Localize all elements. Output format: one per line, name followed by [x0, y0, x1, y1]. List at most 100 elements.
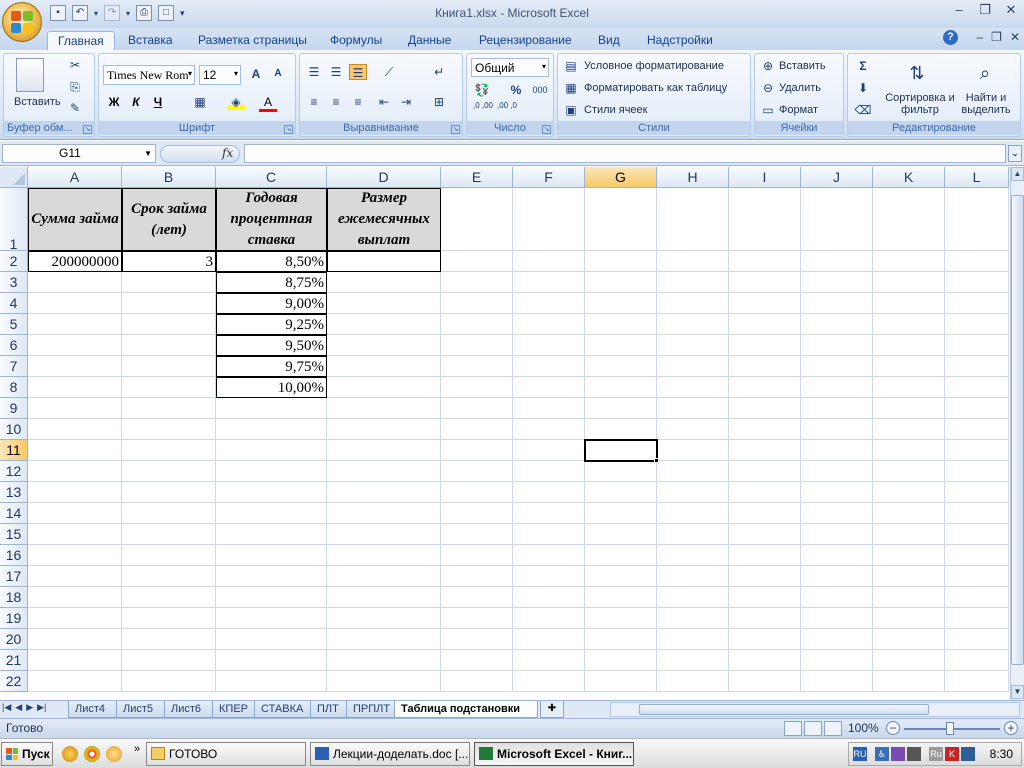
cell-D2[interactable] — [327, 251, 441, 272]
cell-I5[interactable] — [729, 314, 801, 335]
cell-J8[interactable] — [801, 377, 873, 398]
cell-G14[interactable] — [585, 503, 657, 524]
cell-L20[interactable] — [945, 629, 1009, 650]
row-header-12[interactable]: 12 — [0, 461, 28, 482]
page-break-view-icon[interactable] — [824, 721, 842, 736]
number-format-select[interactable]: Общий ▾ — [471, 58, 549, 77]
cell-G21[interactable] — [585, 650, 657, 671]
cell-F20[interactable] — [513, 629, 585, 650]
row-header-8[interactable]: 8 — [0, 377, 28, 398]
cell-G1[interactable] — [585, 188, 657, 251]
table-header-d[interactable]: Размер ежемесячных выплат — [327, 188, 441, 251]
column-header-l[interactable]: L — [945, 167, 1009, 188]
cell-A5[interactable] — [28, 314, 122, 335]
cell-H17[interactable] — [657, 566, 729, 587]
cell-D13[interactable] — [327, 482, 441, 503]
column-header-f[interactable]: F — [513, 167, 585, 188]
sheet-tab[interactable]: Лист6 — [164, 701, 214, 718]
cell-B15[interactable] — [122, 524, 216, 545]
cell-B20[interactable] — [122, 629, 216, 650]
cell-K16[interactable] — [873, 545, 945, 566]
tab-formulas[interactable]: Формулы — [320, 31, 392, 50]
normal-view-icon[interactable] — [784, 721, 802, 736]
align-left-icon[interactable]: ≡ — [305, 94, 323, 110]
expand-formula-bar-icon[interactable]: ⌄ — [1008, 145, 1022, 162]
quick-launch-icon-1[interactable] — [62, 746, 78, 762]
cell-A4[interactable] — [28, 293, 122, 314]
quick-launch-icon-3[interactable] — [106, 746, 122, 762]
cell-F16[interactable] — [513, 545, 585, 566]
cell-B7[interactable] — [122, 356, 216, 377]
close-icon[interactable]: ✕ — [1002, 2, 1020, 18]
shrink-font-icon[interactable]: A — [269, 66, 287, 82]
cell-B4[interactable] — [122, 293, 216, 314]
workbook-restore-icon[interactable]: ❐ — [991, 30, 1002, 44]
cell-D19[interactable] — [327, 608, 441, 629]
cell-D12[interactable] — [327, 461, 441, 482]
cell-F8[interactable] — [513, 377, 585, 398]
cell-E3[interactable] — [441, 272, 513, 293]
fill-icon[interactable]: ⬇ — [854, 80, 872, 96]
cell-D4[interactable] — [327, 293, 441, 314]
insert-cells-button[interactable]: Вставить — [779, 60, 826, 72]
cell-H22[interactable] — [657, 671, 729, 692]
zoom-slider-thumb[interactable] — [946, 722, 954, 735]
cell-C12[interactable] — [216, 461, 327, 482]
sheet-tab[interactable]: Лист4 — [68, 701, 118, 718]
cell-K5[interactable] — [873, 314, 945, 335]
cell-D3[interactable] — [327, 272, 441, 293]
cell-D22[interactable] — [327, 671, 441, 692]
column-header-h[interactable]: H — [657, 167, 729, 188]
cell-G22[interactable] — [585, 671, 657, 692]
cell-J3[interactable] — [801, 272, 873, 293]
row-header-14[interactable]: 14 — [0, 503, 28, 524]
grow-font-icon[interactable]: A — [247, 66, 265, 82]
cell-E20[interactable] — [441, 629, 513, 650]
cell-L19[interactable] — [945, 608, 1009, 629]
cell-A9[interactable] — [28, 398, 122, 419]
cell-E6[interactable] — [441, 335, 513, 356]
currency-icon[interactable]: 💱 — [473, 82, 491, 98]
cell-E14[interactable] — [441, 503, 513, 524]
cell-K22[interactable] — [873, 671, 945, 692]
column-header-g[interactable]: G — [585, 167, 657, 188]
cell-E1[interactable] — [441, 188, 513, 251]
cell-L4[interactable] — [945, 293, 1009, 314]
decrease-indent-icon[interactable]: ⇤ — [375, 94, 393, 110]
cell-E11[interactable] — [441, 440, 513, 461]
cell-D7[interactable] — [327, 356, 441, 377]
cell-H5[interactable] — [657, 314, 729, 335]
first-sheet-icon[interactable]: |◀ — [2, 702, 11, 713]
sheet-tab[interactable]: Лист5 — [116, 701, 166, 718]
conditional-formatting-button[interactable]: Условное форматирование — [584, 60, 724, 72]
cell-A18[interactable] — [28, 587, 122, 608]
cell-E5[interactable] — [441, 314, 513, 335]
cell-H19[interactable] — [657, 608, 729, 629]
cell-J7[interactable] — [801, 356, 873, 377]
horizontal-scrollbar[interactable] — [610, 702, 1020, 717]
number-launcher-icon[interactable]: ↘ — [542, 125, 551, 134]
cell-G5[interactable] — [585, 314, 657, 335]
cell-L11[interactable] — [945, 440, 1009, 461]
row-header-9[interactable]: 9 — [0, 398, 28, 419]
cell-G3[interactable] — [585, 272, 657, 293]
task-excel[interactable]: Microsoft Excel - Книг... — [474, 742, 634, 766]
cell-styles-button[interactable]: Стили ячеек — [584, 104, 647, 116]
borders-icon[interactable]: ▦ — [191, 94, 209, 110]
cell-G20[interactable] — [585, 629, 657, 650]
cell-E10[interactable] — [441, 419, 513, 440]
column-header-j[interactable]: J — [801, 167, 873, 188]
cell-H20[interactable] — [657, 629, 729, 650]
cell-I14[interactable] — [729, 503, 801, 524]
language-indicator[interactable]: RU — [853, 747, 867, 761]
cell-A3[interactable] — [28, 272, 122, 293]
table-header-c[interactable]: Годовая процентная ставка — [216, 188, 327, 251]
workbook-close-icon[interactable]: ✕ — [1010, 30, 1020, 44]
cell-G18[interactable] — [585, 587, 657, 608]
scroll-down-icon[interactable]: ▼ — [1011, 685, 1024, 699]
cell-K18[interactable] — [873, 587, 945, 608]
cell-I13[interactable] — [729, 482, 801, 503]
cell-D9[interactable] — [327, 398, 441, 419]
cell-G19[interactable] — [585, 608, 657, 629]
paste-button[interactable]: Вставить — [14, 96, 61, 108]
